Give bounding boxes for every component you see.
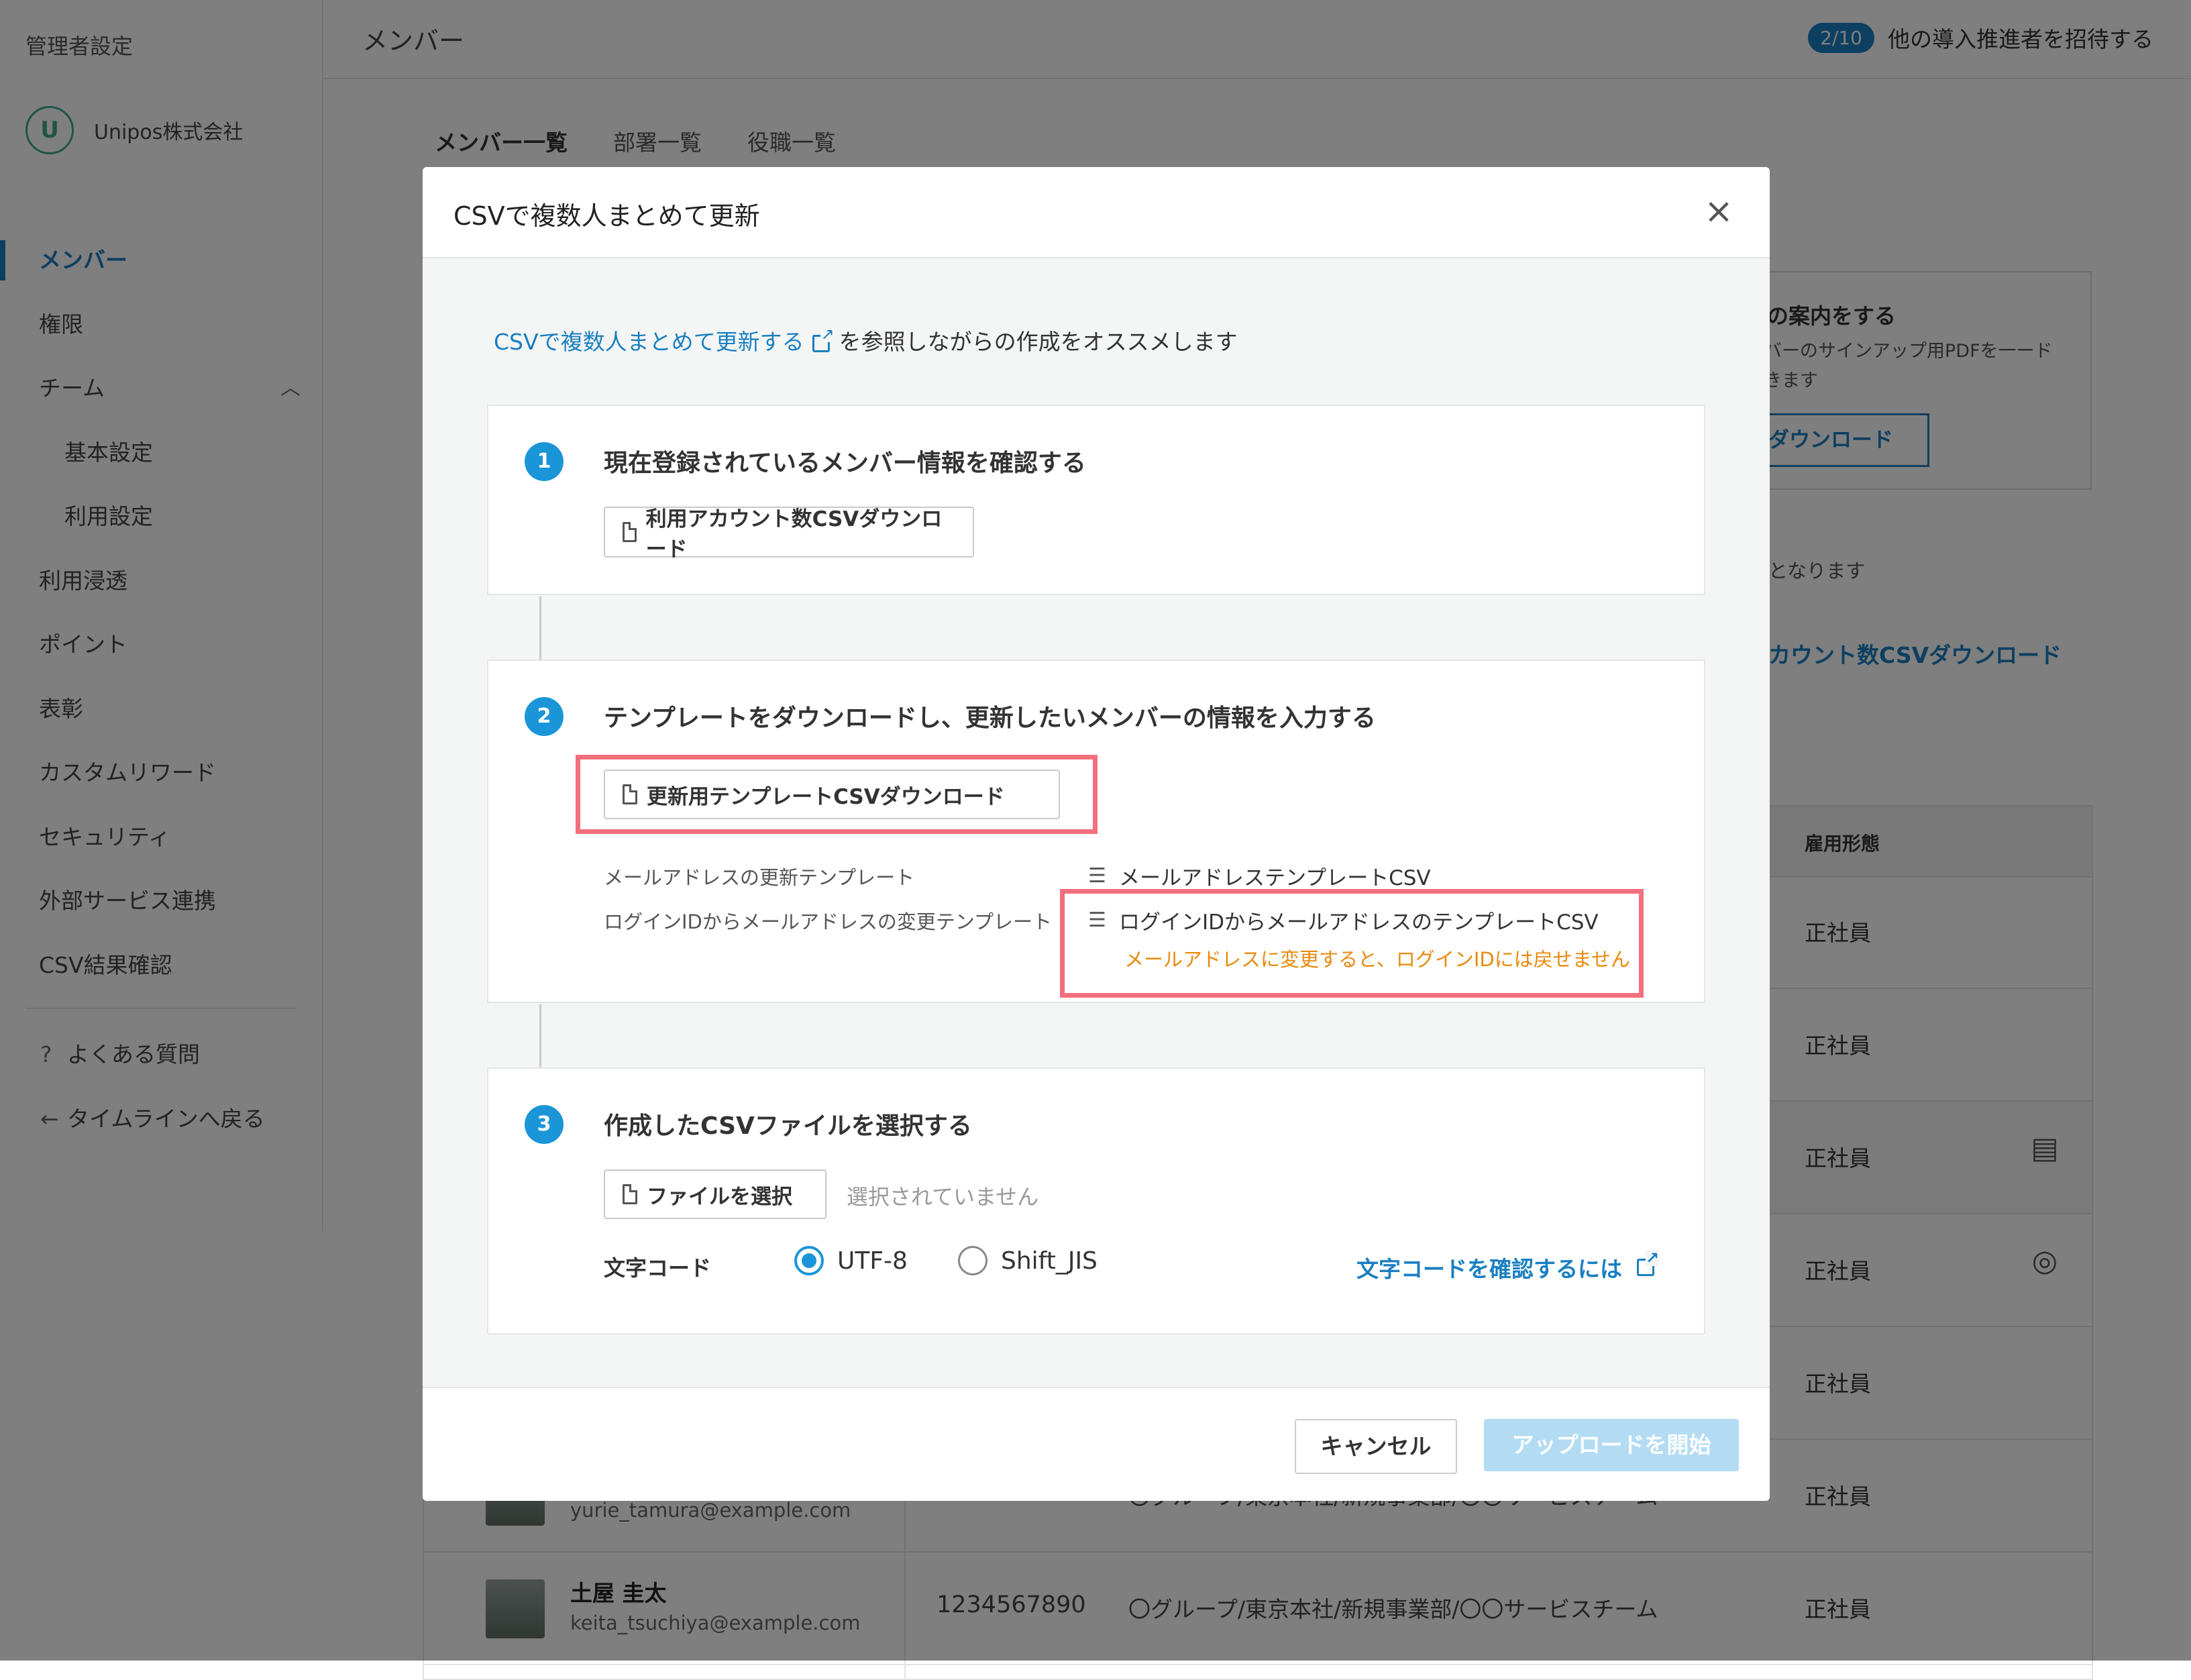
choose-file-button[interactable]: ファイルを選択: [604, 1169, 826, 1219]
email-template-csv-label: メールアドレステンプレートCSV: [1119, 866, 1431, 890]
step-1-card: 1 現在登録されているメンバー情報を確認する 利用アカウント数CSVダウンロード: [487, 405, 1705, 595]
email-template-csv-link[interactable]: ☰ メールアドレステンプレートCSV: [1088, 861, 1431, 891]
no-file-selected-text: 選択されていません: [847, 1184, 1039, 1210]
irreversible-warning: メールアドレスに変更すると、ログインIDには戻せません: [1124, 948, 1630, 971]
external-link-icon: [812, 325, 835, 352]
radio-selected-icon: [794, 1246, 824, 1275]
radio-unselected-icon: [958, 1246, 987, 1275]
login-id-template-csv-label: ログインIDからメールアドレスのテンプレートCSV: [1119, 910, 1599, 935]
external-link-icon: [1637, 1250, 1660, 1276]
step-3-card: 3 作成したCSVファイルを選択する ファイルを選択 選択されていません 文字コ…: [487, 1067, 1705, 1334]
encoding-utf8-radio[interactable]: UTF-8: [794, 1246, 908, 1275]
step-number-badge: 1: [525, 442, 564, 481]
modal-header: CSVで複数人まとめて更新 ×: [423, 167, 1770, 258]
document-download-icon: [623, 522, 637, 542]
sjis-label: Shift_JIS: [1001, 1247, 1098, 1275]
step-2-card: 2 テンプレートをダウンロードし、更新したいメンバーの情報を入力する 更新用テン…: [487, 660, 1705, 1003]
document-icon: [623, 784, 637, 804]
template-icon: ☰: [1088, 908, 1106, 932]
login-id-template-csv-link[interactable]: ☰ ログインIDからメールアドレスのテンプレートCSV: [1088, 905, 1599, 935]
account-count-csv-download-button[interactable]: 利用アカウント数CSVダウンロード: [604, 507, 974, 562]
template-icon: ☰: [1088, 864, 1106, 888]
encoding-help-label: 文字コードを確認するには: [1356, 1256, 1622, 1282]
button-label: 利用アカウント数CSVダウンロード: [645, 507, 943, 562]
modal-footer: キャンセル アップロードを開始: [423, 1387, 1770, 1501]
utf8-label: UTF-8: [837, 1247, 908, 1275]
help-article-link[interactable]: CSVで複数人まとめて更新する: [494, 329, 804, 355]
csv-bulk-update-modal: CSVで複数人まとめて更新 × CSVで複数人まとめて更新する を参照しながらの作…: [423, 167, 1770, 1501]
start-upload-button[interactable]: アップロードを開始: [1484, 1419, 1739, 1471]
update-template-csv-download-button[interactable]: 更新用テンプレートCSVダウンロード: [604, 770, 1060, 819]
login-id-template-label: ログインIDからメールアドレスの変更テンプレート: [604, 910, 1053, 933]
button-label: 更新用テンプレートCSVダウンロード: [647, 784, 1005, 809]
step-2-title: テンプレートをダウンロードし、更新したいメンバーの情報を入力する: [604, 704, 1376, 732]
button-label: ファイルを選択: [647, 1184, 792, 1209]
step-3-title: 作成したCSVファイルを選択する: [604, 1112, 972, 1140]
step-1-title: 現在登録されているメンバー情報を確認する: [604, 450, 1086, 477]
encoding-help-link[interactable]: 文字コードを確認するには: [1356, 1250, 1664, 1283]
cancel-button[interactable]: キャンセル: [1295, 1419, 1457, 1474]
step-number-badge: 3: [525, 1105, 564, 1144]
step-connector: [539, 1004, 541, 1067]
document-icon: [623, 1184, 637, 1204]
close-icon[interactable]: ×: [1700, 193, 1738, 230]
step-number-badge: 2: [525, 697, 564, 736]
encoding-label: 文字コード: [604, 1255, 712, 1281]
encoding-sjis-radio[interactable]: Shift_JIS: [958, 1246, 1098, 1275]
modal-title: CSVで複数人まとめて更新: [453, 201, 760, 231]
step-connector: [539, 596, 541, 660]
email-template-label: メールアドレスの更新テンプレート: [604, 866, 915, 889]
modal-intro: CSVで複数人まとめて更新する を参照しながらの作成をオススメします: [494, 324, 1238, 356]
intro-text: を参照しながらの作成をオススメします: [839, 329, 1238, 355]
